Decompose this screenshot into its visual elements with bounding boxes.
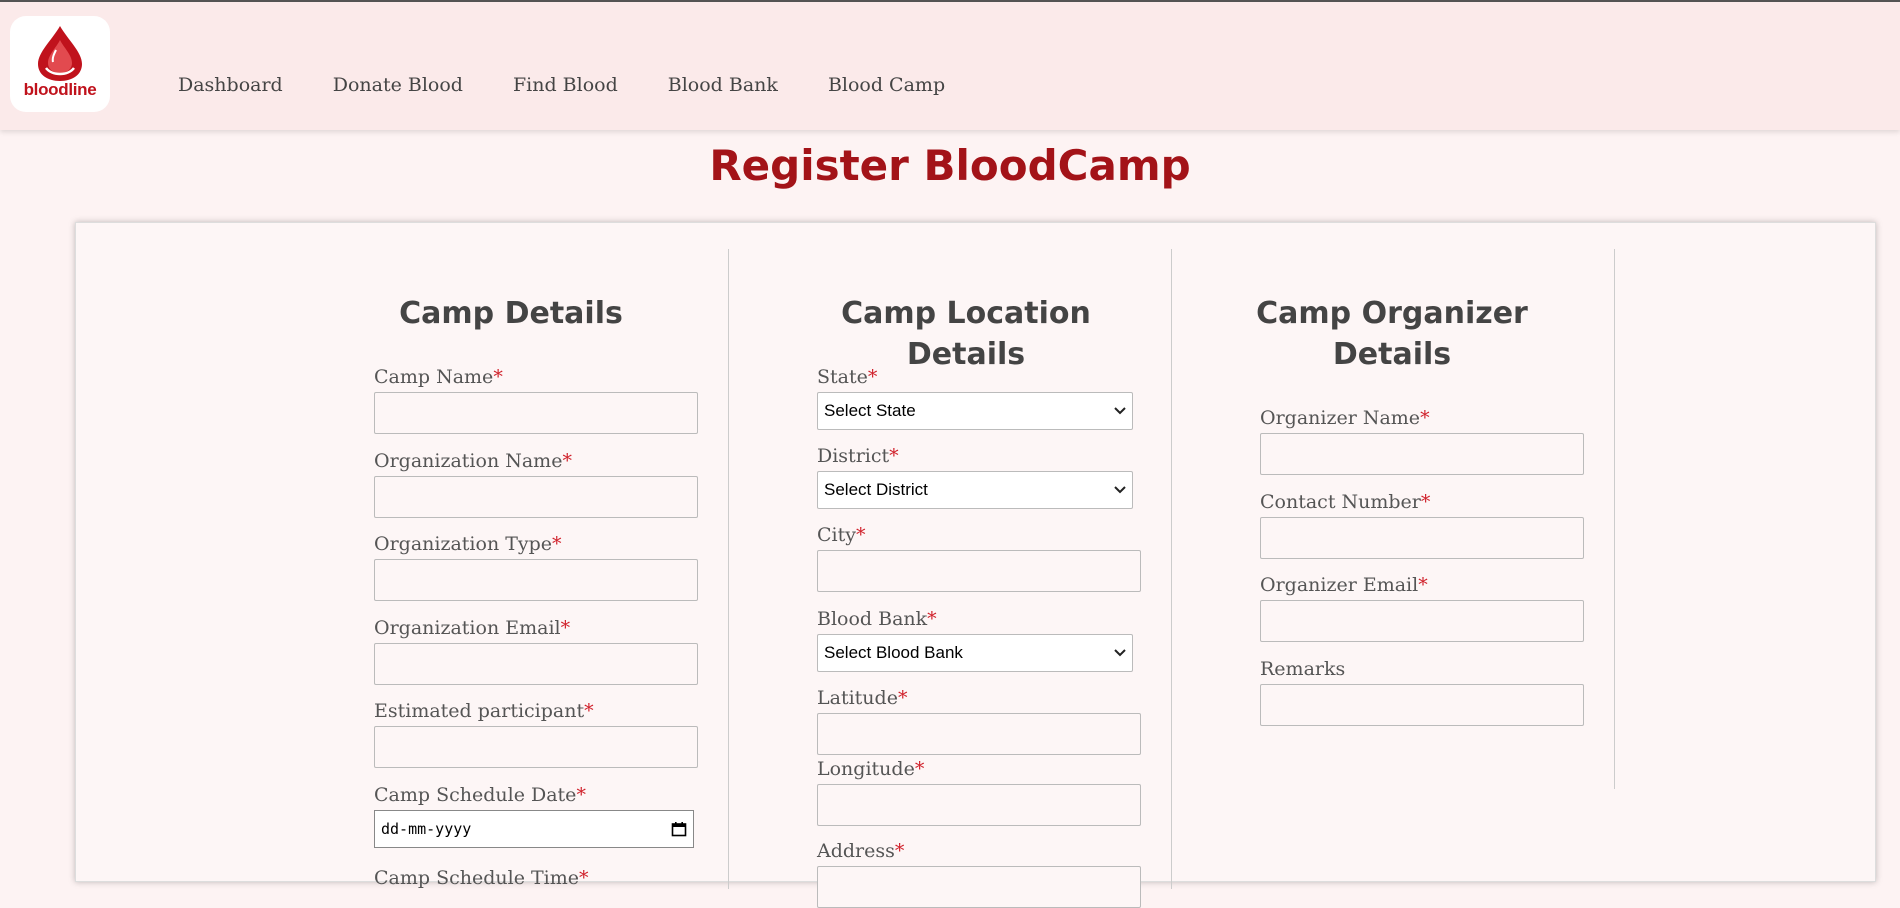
date-placeholder: dd-mm-yyyy xyxy=(381,820,472,838)
contact-number-input[interactable] xyxy=(1260,517,1584,559)
column-divider xyxy=(1171,249,1172,889)
camp-name-input[interactable] xyxy=(374,392,698,434)
organizer-email-input[interactable] xyxy=(1260,600,1584,642)
organization-type-field: Organization Type* xyxy=(374,533,698,601)
nav-item-dashboard[interactable]: Dashboard xyxy=(178,74,283,96)
blood-bank-field: Blood Bank* Select Blood Bank xyxy=(817,608,1133,672)
organization-email-field: Organization Email* xyxy=(374,617,698,685)
nav-item-blood-bank[interactable]: Blood Bank xyxy=(668,74,778,96)
district-field: District* Select District xyxy=(817,445,1133,509)
organizer-name-input[interactable] xyxy=(1260,433,1584,475)
calendar-icon[interactable] xyxy=(671,821,687,837)
organizer-name-field: Organizer Name* xyxy=(1260,407,1584,475)
longitude-label: Longitude* xyxy=(817,758,925,780)
estimated-participant-input[interactable] xyxy=(374,726,698,768)
estimated-participant-field: Estimated participant* xyxy=(374,700,698,768)
nav-item-blood-camp[interactable]: Blood Camp xyxy=(828,74,945,96)
organizer-email-field: Organizer Email* xyxy=(1260,574,1584,642)
bloodline-logo[interactable]: bloodline xyxy=(10,16,110,112)
camp-schedule-date-input[interactable]: dd-mm-yyyy xyxy=(374,810,694,848)
nav-item-donate-blood[interactable]: Donate Blood xyxy=(333,74,463,96)
organization-email-input[interactable] xyxy=(374,643,698,685)
remarks-label: Remarks xyxy=(1260,658,1346,680)
chevron-down-icon xyxy=(1114,486,1126,494)
main-nav: Dashboard Donate Blood Find Blood Blood … xyxy=(178,74,995,96)
city-input[interactable] xyxy=(817,550,1141,592)
remarks-field: Remarks xyxy=(1260,658,1584,726)
camp-details-heading: Camp Details xyxy=(399,296,623,331)
chevron-down-icon xyxy=(1114,407,1126,415)
address-field: Address* xyxy=(817,840,1141,908)
organization-type-input[interactable] xyxy=(374,559,698,601)
district-select[interactable]: Select District xyxy=(817,471,1133,509)
organizer-name-label: Organizer Name* xyxy=(1260,407,1430,429)
camp-location-section: Camp Location Details xyxy=(796,293,1136,375)
nav-item-find-blood[interactable]: Find Blood xyxy=(513,74,618,96)
organization-type-label: Organization Type* xyxy=(374,533,562,555)
address-input[interactable] xyxy=(817,866,1141,908)
organization-name-label: Organization Name* xyxy=(374,450,572,472)
registration-form-card: Camp Details Camp Name* Organization Nam… xyxy=(75,222,1876,908)
state-field: State* Select State xyxy=(817,366,1133,430)
page-title: Register BloodCamp xyxy=(709,141,1191,190)
estimated-participant-label: Estimated participant* xyxy=(374,700,594,722)
city-label: City* xyxy=(817,524,866,546)
district-selected-value: Select District xyxy=(824,480,928,499)
district-label: District* xyxy=(817,445,899,467)
camp-name-field: Camp Name* xyxy=(374,366,698,434)
camp-details-section: Camp Details xyxy=(351,293,671,334)
column-divider xyxy=(1614,249,1615,789)
latitude-input[interactable] xyxy=(817,713,1141,755)
camp-schedule-time-field: Camp Schedule Time* xyxy=(374,867,589,889)
contact-number-field: Contact Number* xyxy=(1260,491,1584,559)
organization-name-field: Organization Name* xyxy=(374,450,698,518)
remarks-input[interactable] xyxy=(1260,684,1584,726)
camp-schedule-date-field: Camp Schedule Date* dd-mm-yyyy xyxy=(374,784,694,848)
organization-name-input[interactable] xyxy=(374,476,698,518)
state-select[interactable]: Select State xyxy=(817,392,1133,430)
camp-schedule-time-label: Camp Schedule Time* xyxy=(374,867,589,889)
top-navbar: bloodline Dashboard Donate Blood Find Bl… xyxy=(0,2,1900,130)
camp-location-heading: Camp Location Details xyxy=(841,296,1091,372)
contact-number-label: Contact Number* xyxy=(1260,491,1431,513)
blood-bank-label: Blood Bank* xyxy=(817,608,937,630)
camp-schedule-date-label: Camp Schedule Date* xyxy=(374,784,586,806)
latitude-label: Latitude* xyxy=(817,687,908,709)
latitude-field: Latitude* xyxy=(817,687,1141,755)
state-label: State* xyxy=(817,366,878,388)
longitude-input[interactable] xyxy=(817,784,1141,826)
camp-name-label: Camp Name* xyxy=(374,366,503,388)
chevron-down-icon xyxy=(1114,649,1126,657)
city-field: City* xyxy=(817,524,1141,592)
column-divider xyxy=(728,249,729,889)
longitude-field: Longitude* xyxy=(817,758,1141,826)
camp-organizer-heading: Camp Organizer Details xyxy=(1256,296,1528,372)
blood-bank-select[interactable]: Select Blood Bank xyxy=(817,634,1133,672)
organizer-email-label: Organizer Email* xyxy=(1260,574,1428,596)
logo-text: bloodline xyxy=(23,80,97,99)
state-selected-value: Select State xyxy=(824,401,916,420)
blood-drop-logo-icon xyxy=(38,26,82,81)
address-label: Address* xyxy=(817,840,905,862)
camp-organizer-section: Camp Organizer Details xyxy=(1242,293,1542,375)
blood-bank-selected-value: Select Blood Bank xyxy=(824,643,963,662)
organization-email-label: Organization Email* xyxy=(374,617,571,639)
